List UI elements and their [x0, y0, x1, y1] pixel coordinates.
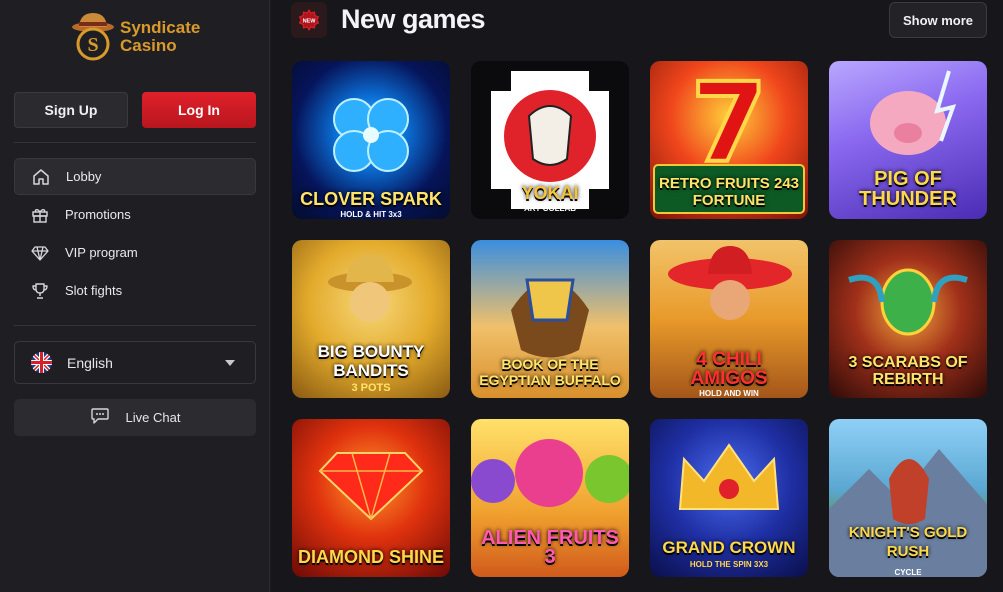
uk-flag-icon [31, 352, 52, 373]
main-content: NEW New games Show more CLOVER SPARK HOL… [271, 0, 1003, 592]
new-badge-text: NEW [303, 19, 317, 25]
auth-buttons: Sign Up Log In [14, 92, 256, 128]
home-icon [31, 167, 51, 187]
game-tile[interactable]: YOKAI ART COLLAB [471, 61, 629, 219]
game-tile[interactable]: PIG OF THUNDER [829, 61, 987, 219]
game-title: DIAMOND SHINE [298, 547, 445, 567]
live-chat-button[interactable]: Live Chat [14, 399, 256, 436]
language-select[interactable]: English [14, 341, 256, 384]
game-subtitle: CYCLE [894, 568, 922, 577]
game-title: GRAND CROWN [662, 538, 796, 557]
game-tile[interactable]: 3 SCARABS OF REBIRTH [829, 240, 987, 398]
game-title: 4 CHILI AMIGOS [690, 349, 768, 389]
sidebar-item-slot-fights[interactable]: Slot fights [14, 272, 256, 309]
section-header: NEW New games Show more [291, 0, 987, 40]
game-title: 3 SCARABS OF REBIRTH [848, 354, 968, 388]
game-tile[interactable]: BOOK OF THE EGYPTIAN BUFFALO [471, 240, 629, 398]
live-chat-label: Live Chat [125, 410, 181, 425]
brand-logo[interactable]: S Syndicate Casino [70, 8, 210, 66]
brand-line-2: Casino [120, 36, 177, 55]
diamond-icon [30, 243, 50, 263]
trophy-icon [30, 281, 50, 301]
game-title: CLOVER SPARK [300, 189, 442, 209]
game-tile[interactable]: DIAMOND SHINE [292, 419, 450, 577]
game-tile[interactable]: 4 CHILI AMIGOS HOLD AND WIN [650, 240, 808, 398]
sidebar-item-label: Promotions [65, 207, 131, 222]
game-title: RETRO FRUITS 243 FORTUNE [658, 175, 800, 209]
sidebar-item-lobby[interactable]: Lobby [14, 158, 256, 195]
sidebar-item-label: Lobby [66, 169, 102, 184]
game-tile[interactable]: ALIEN FRUITS 3 [471, 419, 629, 577]
logo-hat-icon: S [70, 10, 116, 64]
game-title: YOKAI [521, 183, 579, 203]
sidebar: S Syndicate Casino Sign Up Log In Lobby [0, 0, 270, 592]
sidebar-nav: Lobby Promotions VIP program Slot fights [14, 158, 256, 310]
game-tile[interactable]: 7 RETRO FRUITS 243 FORTUNE [650, 61, 808, 219]
game-subtitle: HOLD THE SPIN 3X3 [689, 560, 769, 569]
game-title: BOOK OF THE EGYPTIAN BUFFALO [479, 356, 621, 388]
game-subtitle: ART COLLAB [524, 204, 576, 213]
sidebar-item-label: VIP program [65, 245, 138, 260]
sidebar-item-promotions[interactable]: Promotions [14, 196, 256, 233]
game-tile[interactable]: KNIGHT'S GOLD RUSH CYCLE [829, 419, 987, 577]
game-subtitle: 3 POTS [351, 382, 391, 394]
sidebar-item-vip[interactable]: VIP program [14, 234, 256, 271]
svg-text:S: S [87, 34, 98, 56]
chevron-down-icon [225, 360, 235, 366]
show-more-button[interactable]: Show more [889, 2, 987, 38]
log-in-button[interactable]: Log In [142, 92, 256, 128]
chat-bubble-icon [90, 407, 110, 428]
brand-name: Syndicate Casino [120, 19, 200, 55]
brand-line-1: Syndicate [120, 18, 201, 37]
game-title: ALIEN FRUITS 3 [481, 527, 619, 568]
app-root: S Syndicate Casino Sign Up Log In Lobby [0, 0, 1003, 592]
divider [14, 325, 256, 326]
gift-icon [30, 205, 50, 225]
games-grid: CLOVER SPARK HOLD & HIT 3x3 YOKAI ART CO… [292, 61, 988, 577]
new-badge-icon: NEW [291, 2, 327, 38]
section-title: New games [341, 4, 486, 34]
game-tile[interactable]: GRAND CROWN HOLD THE SPIN 3X3 [650, 419, 808, 577]
game-title: BIG BOUNTY BANDITS [317, 342, 425, 380]
language-label: English [67, 354, 113, 371]
game-tile[interactable]: CLOVER SPARK HOLD & HIT 3x3 [292, 61, 450, 219]
sidebar-item-label: Slot fights [65, 283, 123, 298]
game-title: KNIGHT'S GOLD RUSH [848, 524, 968, 560]
game-subtitle: HOLD AND WIN [699, 389, 759, 398]
divider [14, 142, 256, 143]
game-tile[interactable]: BIG BOUNTY BANDITS 3 POTS [292, 240, 450, 398]
game-title: PIG OF THUNDER [859, 168, 957, 210]
game-subtitle: HOLD & HIT 3x3 [340, 210, 402, 219]
sign-up-button[interactable]: Sign Up [14, 92, 128, 128]
